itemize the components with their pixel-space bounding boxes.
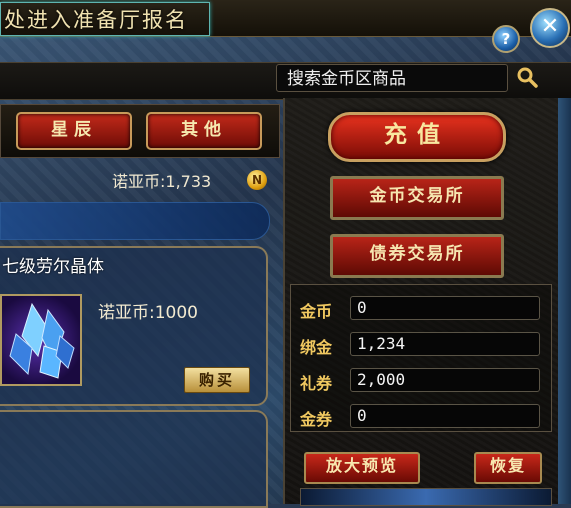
item-image	[0, 294, 82, 386]
recharge-button[interactable]: 充值	[328, 112, 506, 162]
wallet-label-gold-coupon: 金券	[300, 410, 333, 429]
gold-exchange-button[interactable]: 金币交易所	[330, 176, 504, 220]
window-title: 处进入准备厅报名	[4, 8, 188, 32]
wallet-value-gold-coupon: 0	[350, 404, 540, 428]
search-icon[interactable]	[516, 66, 538, 88]
title-bar: 处进入准备厅报名	[0, 0, 571, 37]
search-input[interactable]: 搜索金币区商品	[276, 64, 508, 92]
wallet-label-gift-coupon: 礼券	[300, 374, 333, 393]
wallet-value-bound-gold: 1,234	[350, 332, 540, 356]
crystal-icon	[9, 302, 75, 379]
close-button[interactable]: ✕	[530, 8, 570, 48]
preview-area	[300, 488, 552, 506]
restore-button[interactable]: 恢复	[474, 452, 542, 484]
wallet-label-bound-gold: 绑金	[300, 338, 333, 357]
wallet-label-gold: 金币	[300, 302, 333, 321]
wallet-value-gold: 0	[350, 296, 540, 320]
noah-coin-icon: N	[247, 170, 267, 190]
tab-xingchen[interactable]: 星辰	[16, 112, 132, 150]
bond-exchange-button[interactable]: 债券交易所	[330, 234, 504, 278]
noah-balance: 诺亚币:1,733	[112, 172, 212, 191]
item-name: 七级劳尔晶体	[2, 257, 104, 277]
section-strip	[0, 202, 270, 240]
zoom-preview-button[interactable]: 放大预览	[304, 452, 420, 484]
panel-edge	[558, 98, 571, 504]
tab-other[interactable]: 其他	[146, 112, 262, 150]
help-button[interactable]: ?	[492, 25, 520, 53]
item-card-2	[0, 410, 268, 508]
wallet-value-gift-coupon: 2,000	[350, 368, 540, 392]
buy-button[interactable]: 购买	[184, 367, 250, 393]
item-price: 诺亚币:1000	[98, 303, 198, 323]
